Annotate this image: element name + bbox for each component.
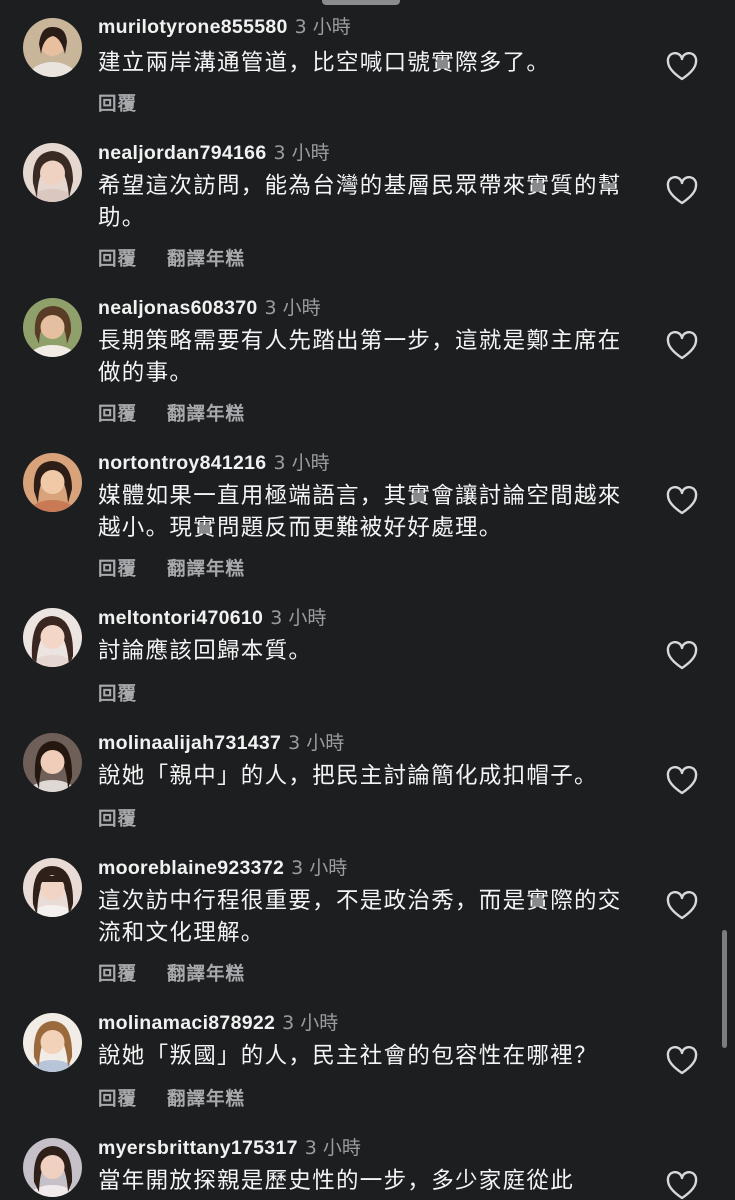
comment-meta: molinaalijah731437 3 小時	[98, 730, 344, 756]
comment-meta: myersbrittany175317 3 小時	[98, 1135, 361, 1161]
comment-time: 3 小時	[291, 857, 348, 879]
comment-username[interactable]: myersbrittany175317	[98, 1137, 298, 1159]
comment-actions: 回覆 翻譯年糕	[98, 400, 245, 426]
avatar[interactable]	[23, 453, 82, 512]
heart-outline-icon[interactable]	[666, 641, 698, 671]
comment-text: 希望這次訪問，能為台灣的基層民眾帶來實質的幫助。	[98, 173, 622, 231]
comment-text: 說她「叛國」的人，民主社會的包容性在哪裡？	[98, 1043, 598, 1069]
comment-time: 3 小時	[273, 452, 330, 474]
heart-outline-icon[interactable]	[666, 331, 698, 361]
comment-time: 3 小時	[273, 142, 330, 164]
translate-button[interactable]: 翻譯年糕	[167, 1085, 245, 1111]
scrollbar[interactable]	[722, 930, 727, 1048]
reply-button[interactable]: 回覆	[98, 400, 137, 426]
translate-button[interactable]: 翻譯年糕	[167, 400, 245, 426]
comment-actions: 回覆 翻譯年糕	[98, 245, 245, 271]
comment-username[interactable]: murilotyrone855580	[98, 16, 288, 38]
comment-actions: 回覆 翻譯年糕	[98, 555, 245, 581]
comment-time: 3 小時	[304, 1137, 361, 1159]
comment-username[interactable]: nortontroy841216	[98, 452, 266, 474]
comment-text: 建立兩岸溝通管道，比空喊口號實際多了。	[98, 50, 551, 76]
heart-outline-icon[interactable]	[666, 176, 698, 206]
comment-time: 3 小時	[264, 297, 321, 319]
heart-outline-icon[interactable]	[666, 766, 698, 796]
comment-actions: 回覆	[98, 90, 137, 116]
comment-text: 當年開放探親是歷史性的一步，多少家庭從此	[98, 1168, 575, 1194]
reply-button[interactable]: 回覆	[98, 960, 137, 986]
comment-text: 這次訪中行程很重要，不是政治秀，而是實際的交流和文化理解。	[98, 888, 622, 946]
avatar-portrait-icon	[23, 733, 82, 792]
avatar[interactable]	[23, 1013, 82, 1072]
comment-time: 3 小時	[294, 16, 351, 38]
comment-username[interactable]: mooreblaine923372	[98, 857, 284, 879]
comment-meta: nealjonas608370 3 小時	[98, 295, 321, 321]
avatar-portrait-icon	[23, 1138, 82, 1197]
comment-username[interactable]: molinamaci878922	[98, 1012, 275, 1034]
avatar[interactable]	[23, 18, 82, 77]
reply-button[interactable]: 回覆	[98, 805, 137, 831]
avatar[interactable]	[23, 733, 82, 792]
comment-time: 3 小時	[282, 1012, 339, 1034]
comment-time: 3 小時	[270, 607, 327, 629]
comment-text: 長期策略需要有人先踏出第一步，這就是鄭主席在做的事。	[98, 328, 622, 386]
drag-handle[interactable]	[322, 0, 400, 5]
comments-sheet: murilotyrone855580 3 小時 建立兩岸溝通管道，比空喊口號實際多…	[0, 0, 735, 1200]
avatar[interactable]	[23, 608, 82, 667]
comment-time: 3 小時	[288, 732, 345, 754]
avatar[interactable]	[23, 143, 82, 202]
avatar-portrait-icon	[23, 298, 82, 357]
comment-actions: 回覆	[98, 805, 137, 831]
heart-outline-icon[interactable]	[666, 52, 698, 82]
avatar-portrait-icon	[23, 1013, 82, 1072]
reply-button[interactable]: 回覆	[98, 245, 137, 271]
translate-button[interactable]: 翻譯年糕	[167, 960, 245, 986]
comment-meta: murilotyrone855580 3 小時	[98, 14, 351, 40]
comment-meta: nortontroy841216 3 小時	[98, 450, 330, 476]
comment-username[interactable]: meltontori470610	[98, 607, 263, 629]
comment-actions: 回覆 翻譯年糕	[98, 1085, 245, 1111]
comment-text: 媒體如果一直用極端語言，其實會讓討論空間越來越小。現實問題反而更難被好好處理。	[98, 483, 622, 541]
avatar-portrait-icon	[23, 453, 82, 512]
reply-button[interactable]: 回覆	[98, 90, 137, 116]
comment-text: 說她「親中」的人，把民主討論簡化成扣帽子。	[98, 763, 598, 789]
comment-meta: nealjordan794166 3 小時	[98, 140, 330, 166]
avatar-portrait-icon	[23, 608, 82, 667]
reply-button[interactable]: 回覆	[98, 680, 137, 706]
comment-meta: meltontori470610 3 小時	[98, 605, 326, 631]
comment-meta: mooreblaine923372 3 小時	[98, 855, 347, 881]
avatar[interactable]	[23, 298, 82, 357]
comment-text: 討論應該回歸本質。	[98, 638, 313, 664]
comment-username[interactable]: molinaalijah731437	[98, 732, 281, 754]
avatar-portrait-icon	[23, 143, 82, 202]
reply-button[interactable]: 回覆	[98, 555, 137, 581]
comment-username[interactable]: nealjonas608370	[98, 297, 258, 319]
avatar[interactable]	[23, 858, 82, 917]
heart-outline-icon[interactable]	[666, 1171, 698, 1200]
heart-outline-icon[interactable]	[666, 486, 698, 516]
translate-button[interactable]: 翻譯年糕	[167, 555, 245, 581]
heart-outline-icon[interactable]	[666, 1046, 698, 1076]
reply-button[interactable]: 回覆	[98, 1085, 137, 1111]
avatar[interactable]	[23, 1138, 82, 1197]
translate-button[interactable]: 翻譯年糕	[167, 245, 245, 271]
comment-actions: 回覆 翻譯年糕	[98, 960, 245, 986]
avatar-portrait-icon	[23, 858, 82, 917]
comment-username[interactable]: nealjordan794166	[98, 142, 266, 164]
comment-actions: 回覆	[98, 680, 137, 706]
comment-meta: molinamaci878922 3 小時	[98, 1010, 338, 1036]
avatar-portrait-icon	[23, 18, 82, 77]
heart-outline-icon[interactable]	[666, 891, 698, 921]
